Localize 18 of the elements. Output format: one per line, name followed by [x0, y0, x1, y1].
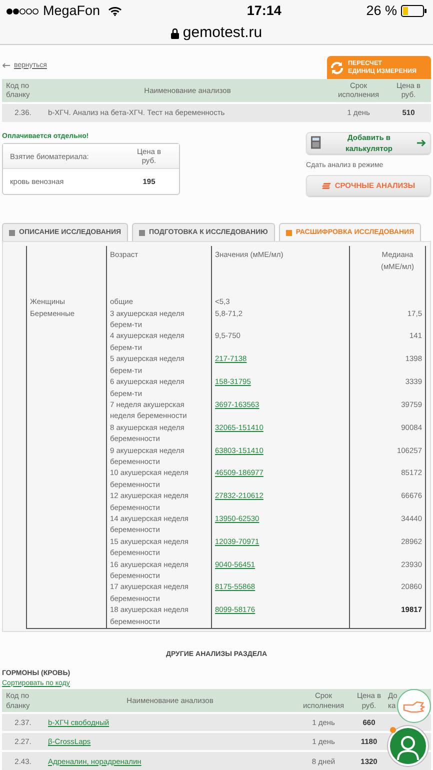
tab-square-icon: [139, 230, 146, 236]
battery-percent: 26 %: [366, 2, 397, 20]
tab-square-icon: [9, 230, 15, 236]
battery-icon: [400, 5, 427, 17]
arrow-right-icon: [417, 138, 428, 147]
hand-icon: [403, 700, 425, 714]
back-arrow-icon: [2, 63, 10, 68]
carrier-name: MegaFon: [43, 2, 100, 20]
refresh-icon: [330, 60, 344, 74]
tab-square-icon: [286, 230, 292, 236]
calculator-icon: [311, 136, 321, 150]
lock-icon: [170, 28, 179, 38]
signal-icon: [6, 8, 39, 14]
page-address[interactable]: gemotest.ru: [182, 22, 262, 44]
stripes-icon: [322, 182, 331, 189]
clock-time: 17:14: [246, 2, 282, 20]
wifi-icon: [108, 6, 122, 16]
person-icon: [396, 734, 420, 760]
